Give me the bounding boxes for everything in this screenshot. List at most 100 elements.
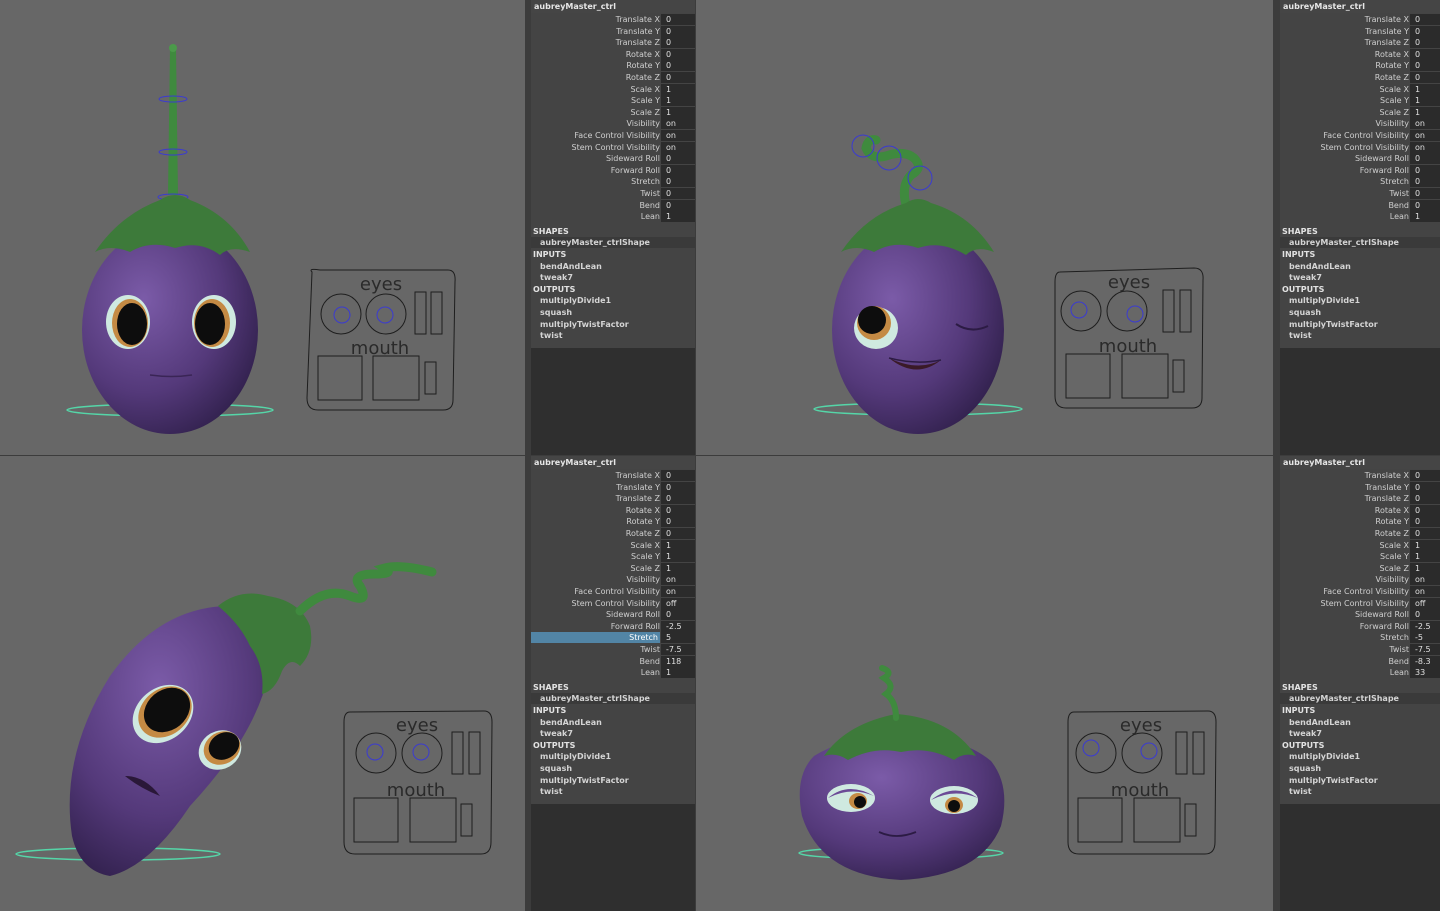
channel-label[interactable]: Rotate Z (1280, 528, 1409, 539)
channel-value-field[interactable]: 0 (661, 504, 695, 516)
channel-row[interactable]: Scale X1 (531, 83, 695, 95)
channel-label[interactable]: Rotate X (531, 505, 660, 516)
channel-value-field[interactable]: 1 (661, 83, 695, 95)
output-node-item[interactable]: multiplyTwistFactor (1280, 775, 1440, 786)
channel-value-field[interactable]: 0 (1410, 516, 1440, 528)
channel-row[interactable]: Scale X1 (1280, 83, 1440, 95)
channel-row[interactable]: Face Control Visibility on (531, 586, 695, 597)
channel-label[interactable]: Translate X (1280, 14, 1409, 25)
channel-label[interactable]: Forward Roll (531, 621, 660, 632)
input-node-item[interactable]: tweak7 (1280, 272, 1440, 283)
channel-row[interactable]: Bend 0 (531, 199, 695, 211)
channel-label[interactable]: Lean (1280, 211, 1409, 222)
channel-row[interactable]: Visibility on (531, 574, 695, 586)
channel-row[interactable]: Forward Roll -2.5 (1280, 620, 1440, 632)
channel-label[interactable]: Face Control Visibility (1280, 586, 1409, 597)
channel-label[interactable]: Rotate Y (531, 516, 660, 527)
channel-row[interactable]: Translate Y0 (531, 25, 695, 37)
channel-label[interactable]: Rotate Y (1280, 516, 1409, 527)
channel-row[interactable]: Translate X0 (1280, 14, 1440, 25)
channel-label[interactable]: Sideward Roll (531, 153, 660, 164)
channel-row[interactable]: Lean 33 (1280, 667, 1440, 679)
channel-label[interactable]: Twist (531, 644, 660, 655)
channel-label[interactable]: Forward Roll (1280, 621, 1409, 632)
channel-label[interactable]: Translate X (1280, 470, 1409, 481)
channel-value-field[interactable]: -2.5 (661, 620, 695, 632)
channel-value-field[interactable]: 0 (661, 609, 695, 621)
channel-value-field[interactable]: 0 (1410, 72, 1440, 83)
channel-value-field[interactable]: on (1410, 141, 1440, 153)
channel-label[interactable]: Visibility (531, 118, 660, 129)
channel-value-field[interactable]: 0 (661, 493, 695, 505)
channel-row[interactable]: Rotate X0 (531, 504, 695, 516)
channel-value-field[interactable]: 1 (661, 562, 695, 574)
channel-row[interactable]: Face Control Visibility on (531, 130, 695, 141)
channel-row[interactable]: Scale X1 (531, 539, 695, 551)
channel-label[interactable]: Visibility (531, 574, 660, 585)
output-node-item[interactable]: multiplyDivide1 (1280, 295, 1440, 306)
channel-row[interactable]: Translate Z0 (1280, 37, 1440, 49)
channel-value-field[interactable]: 0 (1410, 14, 1440, 25)
channel-row[interactable]: Lean 1 (531, 211, 695, 223)
channel-row[interactable]: Translate X0 (1280, 470, 1440, 481)
channel-label[interactable]: Stretch (531, 176, 660, 187)
viewport-3[interactable]: eyes mouth (0, 456, 525, 911)
channel-value-field[interactable]: 1 (1410, 83, 1440, 95)
channel-value-field[interactable]: 0 (1410, 25, 1440, 37)
channel-value-field[interactable]: on (1410, 586, 1440, 597)
channel-label[interactable]: Scale X (1280, 84, 1409, 95)
channel-row[interactable]: Forward Roll 0 (1280, 164, 1440, 176)
channel-row[interactable]: Forward Roll -2.5 (531, 620, 695, 632)
channel-row[interactable]: Twist -7.5 (1280, 644, 1440, 655)
channel-label[interactable]: Rotate Z (531, 528, 660, 539)
input-node-item[interactable]: bendAndLean (1280, 261, 1440, 272)
channel-value-field[interactable]: 0 (661, 48, 695, 60)
channel-row[interactable]: Scale Y1 (531, 95, 695, 107)
channel-row[interactable]: Visibility on (531, 118, 695, 130)
channel-row[interactable]: Sideward Roll 0 (531, 609, 695, 621)
channel-label[interactable]: Rotate Y (1280, 60, 1409, 71)
channel-value-field[interactable]: 0 (661, 60, 695, 72)
channel-row[interactable]: Sideward Roll 0 (1280, 609, 1440, 621)
channel-value-field[interactable]: 0 (1410, 493, 1440, 505)
channel-label[interactable]: Scale Y (531, 551, 660, 562)
channel-label[interactable]: Face Control Visibility (1280, 130, 1409, 141)
node-name[interactable]: aubreyMaster_ctrl (1280, 456, 1440, 469)
channel-label[interactable]: Scale Z (531, 107, 660, 118)
channel-value-field[interactable]: 1 (661, 667, 695, 679)
channel-label[interactable]: Sideward Roll (531, 609, 660, 620)
channel-label[interactable]: Visibility (1280, 574, 1409, 585)
shape-node-item[interactable]: aubreyMaster_ctrlShape (531, 693, 695, 705)
channel-row[interactable]: Lean 1 (1280, 211, 1440, 223)
channel-value-field[interactable]: 1 (661, 211, 695, 223)
channel-label[interactable]: Lean (531, 667, 660, 678)
output-node-item[interactable]: squash (1280, 763, 1440, 774)
channel-row[interactable]: Visibility on (1280, 118, 1440, 130)
channel-value-field[interactable]: 0 (661, 528, 695, 539)
channel-label[interactable]: Rotate Z (531, 72, 660, 83)
channel-label[interactable]: Stem Control Visibility (531, 598, 660, 609)
input-node-item[interactable]: bendAndLean (1280, 717, 1440, 728)
channel-label[interactable]: Stretch (1280, 632, 1409, 643)
channel-row[interactable]: Rotate Z0 (1280, 72, 1440, 83)
channel-value-field[interactable]: on (661, 141, 695, 153)
output-node-item[interactable]: multiplyDivide1 (1280, 751, 1440, 762)
channel-row[interactable]: Lean 1 (531, 667, 695, 679)
channel-label[interactable]: Scale X (531, 84, 660, 95)
shape-node-item[interactable]: aubreyMaster_ctrlShape (1280, 237, 1440, 249)
channel-label[interactable]: Face Control Visibility (531, 586, 660, 597)
channel-row[interactable]: Bend 0 (1280, 199, 1440, 211)
node-name[interactable]: aubreyMaster_ctrl (531, 456, 695, 469)
channel-label[interactable]: Scale Z (531, 563, 660, 574)
channel-value-field[interactable]: 1 (1410, 551, 1440, 563)
channel-label[interactable]: Bend (1280, 200, 1409, 211)
channel-row[interactable]: Translate Z0 (531, 37, 695, 49)
channel-label[interactable]: Stem Control Visibility (531, 142, 660, 153)
channel-row[interactable]: Sideward Roll 0 (1280, 153, 1440, 165)
channel-row[interactable]: Rotate Y0 (531, 516, 695, 528)
channel-value-field[interactable]: 0 (661, 188, 695, 199)
channel-label[interactable]: Scale X (1280, 540, 1409, 551)
input-node-item[interactable]: tweak7 (531, 728, 695, 739)
channel-row[interactable]: Face Control Visibility on (1280, 130, 1440, 141)
channel-row[interactable]: Scale Z1 (1280, 562, 1440, 574)
